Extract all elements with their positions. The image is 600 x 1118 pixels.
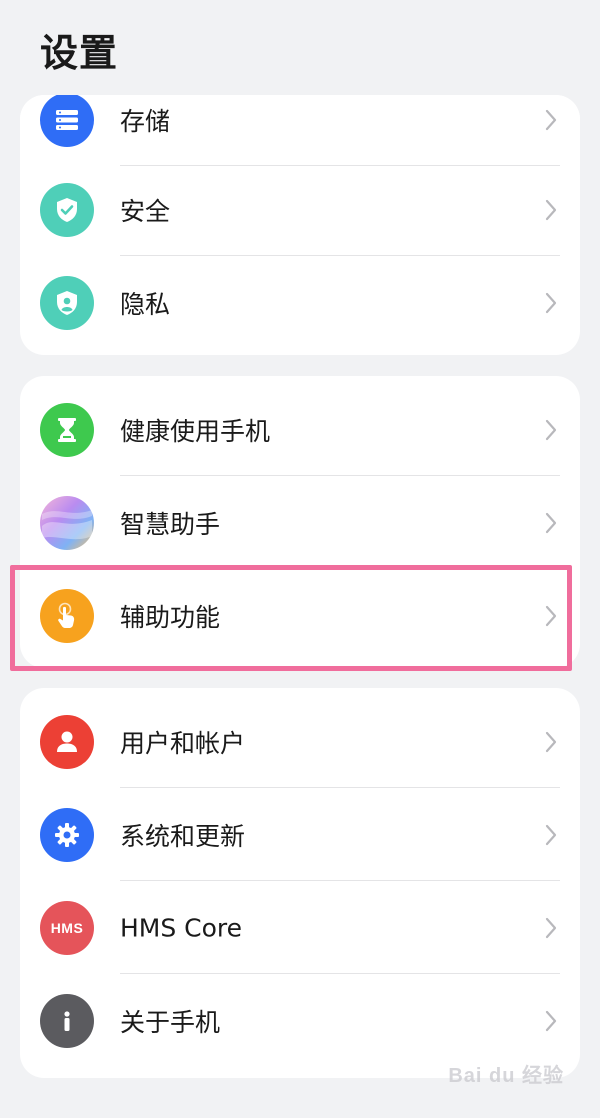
chevron-right-icon [545, 731, 557, 752]
settings-item-label: HMS Core [120, 913, 243, 942]
settings-group-1: 存储 安全 隐私 [20, 95, 580, 355]
settings-group-2: 健康使用手机 智慧助手 辅助功能 [20, 376, 580, 668]
settings-item-privacy[interactable]: 隐私 [20, 256, 580, 349]
chevron-right-icon [545, 917, 557, 938]
settings-group-3: 用户和帐户 系统和更新 HMS HMS Core 关于手机 [20, 688, 580, 1078]
settings-item-label: 隐私 [120, 289, 171, 319]
settings-item-system-updates[interactable]: 系统和更新 [20, 788, 580, 881]
settings-item-label: 健康使用手机 [120, 416, 271, 446]
settings-item-storage[interactable]: 存储 [20, 95, 580, 166]
settings-item-users-accounts[interactable]: 用户和帐户 [20, 695, 580, 788]
chevron-right-icon [545, 824, 557, 845]
settings-item-label: 辅助功能 [120, 602, 221, 632]
storage-icon [40, 95, 94, 147]
hms-icon-text: HMS [50, 919, 84, 936]
settings-item-label: 系统和更新 [120, 821, 246, 851]
chevron-right-icon [545, 1010, 557, 1031]
settings-item-digital-balance[interactable]: 健康使用手机 [20, 383, 580, 476]
chevron-right-icon [545, 605, 557, 626]
settings-item-label: 关于手机 [120, 1007, 221, 1037]
watermark: Bai du 经验 [448, 1065, 564, 1087]
settings-item-label: 存储 [120, 106, 171, 136]
touch-hand-icon [40, 588, 94, 643]
settings-item-label: 安全 [120, 196, 171, 226]
chevron-right-icon [545, 292, 557, 313]
settings-item-about-phone[interactable]: 关于手机 [20, 974, 580, 1067]
info-icon [40, 993, 94, 1048]
privacy-shield-icon [40, 275, 94, 330]
settings-item-hms-core[interactable]: HMS HMS Core [20, 881, 580, 974]
chevron-right-icon [545, 109, 557, 130]
chevron-right-icon [545, 419, 557, 440]
settings-item-accessibility[interactable]: 辅助功能 [20, 569, 580, 662]
settings-item-smart-assistant[interactable]: 智慧助手 [20, 476, 580, 569]
hms-icon: HMS [40, 900, 94, 955]
settings-item-security[interactable]: 安全 [20, 163, 580, 256]
settings-item-label: 用户和帐户 [120, 728, 246, 758]
gear-icon [40, 807, 94, 862]
chevron-right-icon [545, 512, 557, 533]
shield-check-icon [40, 182, 94, 237]
user-icon [40, 714, 94, 769]
hourglass-icon [40, 402, 94, 457]
chevron-right-icon [545, 199, 557, 220]
smart-assistant-icon [40, 495, 94, 550]
page-title: 设置 [40, 31, 119, 75]
settings-item-label: 智慧助手 [120, 509, 221, 539]
